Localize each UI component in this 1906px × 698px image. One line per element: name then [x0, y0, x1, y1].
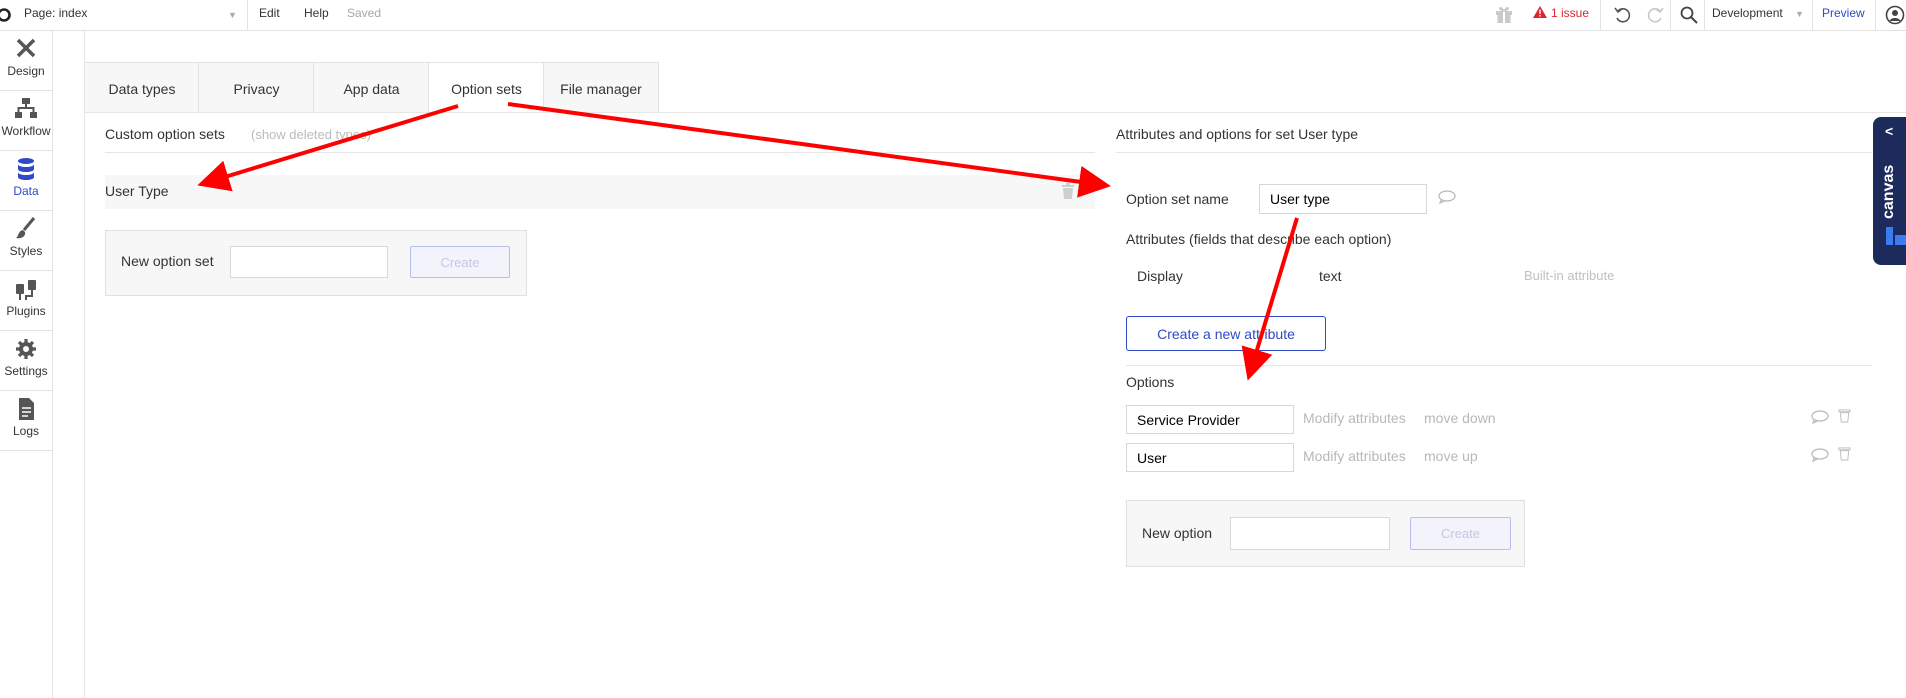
create-option-set-button[interactable]: Create: [410, 246, 510, 278]
comment-icon[interactable]: [1811, 448, 1829, 462]
divider: [84, 31, 85, 698]
undo-icon[interactable]: [1613, 5, 1633, 25]
top-bar: Page: index ▼ Edit Help Saved 1 issue De…: [0, 0, 1906, 31]
brush-icon: [16, 217, 36, 239]
move-down-link[interactable]: move down: [1424, 410, 1496, 426]
sidebar-item-styles[interactable]: Styles: [0, 211, 52, 271]
sidebar: Design Workflow Data Styles Plugins Sett…: [0, 31, 53, 698]
move-up-link[interactable]: move up: [1424, 448, 1478, 464]
modify-attributes-link[interactable]: Modify attributes: [1303, 448, 1406, 464]
chevron-down-icon[interactable]: ▼: [1795, 9, 1804, 19]
sidebar-item-label: Settings: [4, 364, 48, 378]
sidebar-item-label: Plugins: [6, 304, 46, 318]
plug-icon: [16, 280, 36, 300]
gear-icon: [16, 339, 36, 359]
tab-privacy[interactable]: Privacy: [198, 62, 315, 113]
design-icon: [16, 38, 36, 58]
sidebar-item-label: Design: [7, 64, 45, 78]
tab-app-data[interactable]: App data: [313, 62, 430, 113]
new-option-set-label: New option set: [121, 253, 214, 269]
redo-icon[interactable]: [1645, 5, 1665, 25]
divider: [1126, 365, 1872, 366]
environment-selector[interactable]: Development: [1712, 6, 1783, 20]
tab-data-types[interactable]: Data types: [84, 62, 200, 113]
sidebar-item-logs[interactable]: Logs: [0, 391, 52, 451]
issue-count: 1 issue: [1551, 6, 1590, 20]
chevron-left-icon: <: [1885, 123, 1894, 139]
document-icon: [19, 398, 34, 420]
attribute-note: Built-in attribute: [1524, 268, 1615, 283]
sidebar-item-label: Logs: [12, 424, 40, 438]
preview-button[interactable]: Preview: [1822, 6, 1865, 20]
sidebar-item-workflow[interactable]: Workflow: [0, 91, 52, 151]
option-input[interactable]: [1126, 443, 1294, 472]
divider: [1812, 0, 1813, 30]
new-option-set-input[interactable]: [230, 246, 388, 278]
create-new-attribute-button[interactable]: Create a new attribute: [1126, 316, 1326, 351]
annotation-arrow: [507, 102, 1111, 198]
comment-icon[interactable]: [1811, 410, 1829, 424]
trash-icon[interactable]: [1838, 408, 1851, 423]
workflow-icon: [15, 98, 37, 118]
trash-icon[interactable]: [1061, 183, 1075, 199]
option-set-name-input[interactable]: [1259, 184, 1427, 214]
option-set-name-label: Option set name: [1126, 191, 1229, 207]
warning-icon: [1533, 6, 1547, 18]
new-option-form: New option Create: [1126, 500, 1525, 567]
canvas-panel-toggle[interactable]: < canvas: [1873, 117, 1906, 265]
option-set-name: User Type: [105, 183, 169, 199]
comment-icon[interactable]: [1438, 190, 1456, 204]
divider: [1704, 0, 1705, 30]
sidebar-item-label: Data: [13, 184, 39, 198]
create-option-button[interactable]: Create: [1410, 517, 1511, 550]
new-option-label: New option: [1142, 525, 1213, 541]
divider: [1670, 0, 1671, 30]
chevron-down-icon[interactable]: ▼: [228, 10, 237, 20]
modify-attributes-link[interactable]: Modify attributes: [1303, 410, 1406, 426]
divider: [1600, 0, 1601, 30]
tab-file-manager[interactable]: File manager: [543, 62, 659, 113]
annotation-arrow: [197, 104, 459, 192]
attributes-heading: Attributes (fields that describe each op…: [1126, 231, 1392, 247]
search-icon[interactable]: [1679, 5, 1699, 25]
sidebar-item-settings[interactable]: Settings: [0, 331, 52, 391]
new-option-input[interactable]: [1230, 517, 1390, 550]
canvas-logo-icon: [1886, 227, 1906, 245]
attributes-options-heading: Attributes and options for set User type: [1116, 126, 1359, 142]
issue-indicator[interactable]: 1 issue: [1533, 6, 1589, 20]
option-input[interactable]: [1126, 405, 1294, 434]
data-icon: [18, 158, 34, 180]
user-icon[interactable]: [1885, 5, 1905, 25]
divider: [84, 112, 1906, 113]
tab-option-sets[interactable]: Option sets: [428, 62, 545, 113]
help-menu[interactable]: Help: [304, 6, 329, 20]
custom-option-sets-heading: Custom option sets: [105, 126, 225, 142]
gift-icon[interactable]: [1494, 4, 1514, 24]
show-deleted-link[interactable]: (show deleted types): [251, 127, 371, 142]
divider: [1875, 0, 1876, 30]
option-set-row[interactable]: User Type: [105, 175, 1095, 209]
sidebar-item-design[interactable]: Design: [0, 31, 52, 91]
attribute-type: text: [1319, 268, 1342, 284]
sidebar-item-label: Styles: [9, 244, 43, 258]
edit-menu[interactable]: Edit: [259, 6, 280, 20]
divider: [1116, 152, 1872, 153]
trash-icon[interactable]: [1838, 446, 1851, 461]
save-status: Saved: [347, 6, 382, 20]
sidebar-item-plugins[interactable]: Plugins: [0, 271, 52, 331]
page-selector[interactable]: Page: index: [24, 6, 87, 20]
divider: [105, 152, 1095, 153]
divider: [247, 0, 248, 30]
options-heading: Options: [1126, 374, 1175, 390]
sidebar-item-data[interactable]: Data: [0, 151, 52, 211]
canvas-label: canvas: [1880, 164, 1897, 219]
bubble-logo-icon[interactable]: [0, 2, 12, 24]
new-option-set-form: New option set Create: [105, 230, 527, 296]
attribute-name: Display: [1137, 268, 1183, 284]
sidebar-item-label: Workflow: [1, 124, 51, 138]
